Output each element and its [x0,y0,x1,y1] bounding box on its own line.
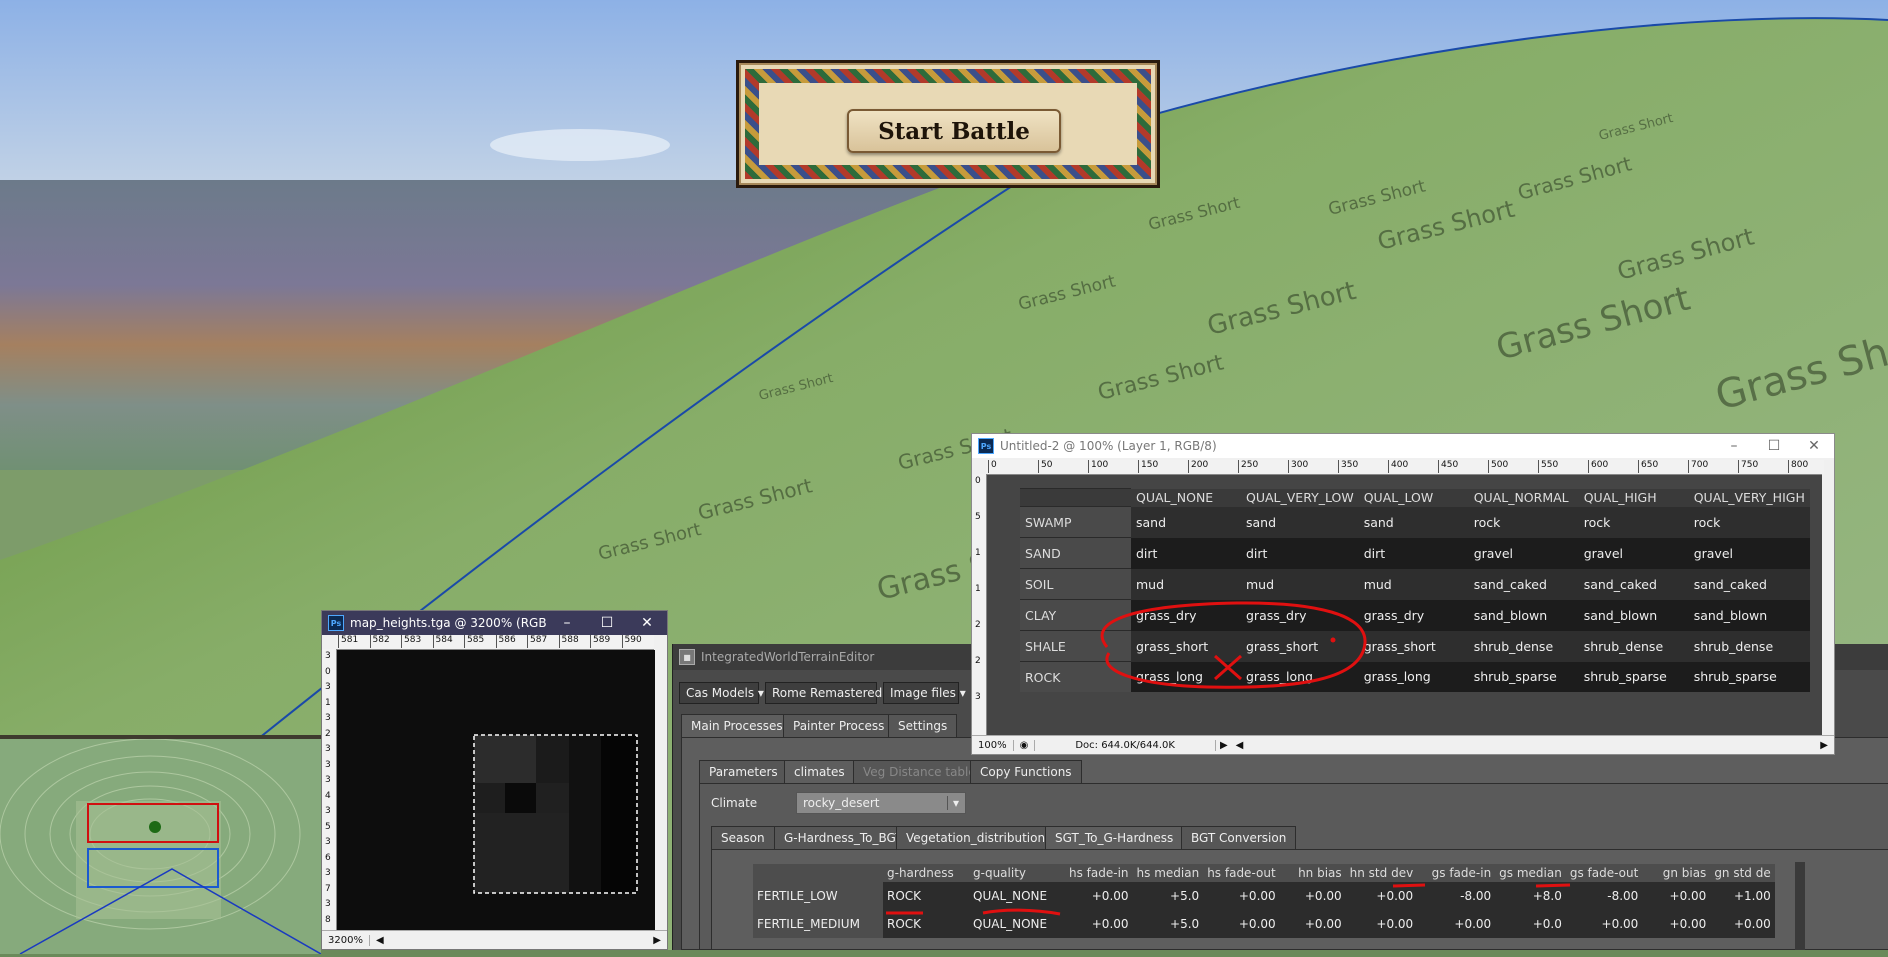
ruler-tick: 3 [325,713,331,723]
ruler-tick: 2 [325,728,331,739]
ps2-status-arrow[interactable]: ◀ [370,935,390,946]
ruler-tick: 1 [975,584,981,594]
ruler-tick: 3 [325,868,331,878]
ruler-tick: 1 [975,548,981,558]
ps2-title: map_heights.tga @ 3200% (RGB... [350,616,547,630]
ruler-tick: 600 [1588,460,1608,473]
ruler-tick: 100 [1088,460,1108,473]
ruler-tick: 400 [1388,460,1408,473]
ruler-tick: 3 [325,899,331,909]
start-battle-banner[interactable]: Start Battle [736,60,1160,188]
ruler-tick: 200 [1188,460,1208,473]
ruler-tick: 300 [1288,460,1308,473]
ruler-tick: 150 [1138,460,1158,473]
photoshop-icon: Ps [978,438,994,454]
minimap-svg [0,738,322,955]
ruler-tick: 250 [1238,460,1258,473]
ruler-tick: 7 [325,883,331,894]
ruler-tick: 3 [325,759,331,770]
ps1-status-icon[interactable]: ◉ [1014,739,1036,751]
ruler-tick: 700 [1688,460,1708,473]
ruler-tick: 650 [1638,460,1658,473]
ps-window-untitled-2[interactable]: Ps Untitled-2 @ 100% (Layer 1, RGB/8) – … [971,433,1835,755]
ps1-scroll-right-icon[interactable]: ▶ [1814,740,1834,751]
close-icon[interactable]: ✕ [1794,434,1834,458]
ps2-vertical-ruler: 3 0 3 1 3 2 3 3 3 4 3 5 3 6 3 7 3 8 [322,649,337,931]
ruler-tick: 585 [464,635,484,648]
ruler-tick: 750 [1738,460,1758,473]
ruler-tick: 50 [1038,460,1052,473]
ruler-tick: 5 [975,512,981,522]
ruler-tick: 588 [558,635,579,648]
ruler-tick: 450 [1438,460,1458,473]
start-battle-button[interactable]: Start Battle [847,109,1061,153]
ruler-tick: 1 [325,697,331,708]
ruler-tick: 589 [590,635,610,648]
ruler-tick: 350 [1338,460,1358,473]
ruler-tick: 581 [338,635,358,648]
ps1-statusbar: 100% ◉ Doc: 644.0K/644.0K ▶ ◀ ▶ [972,735,1834,754]
ruler-tick: 550 [1538,460,1558,473]
ruler-tick: 3 [325,651,331,661]
minimap[interactable] [0,735,322,955]
ruler-tick: 5 [325,821,331,832]
ruler-tick: 3 [325,744,331,754]
ps1-zoom-field[interactable]: 100% [972,739,1014,751]
ruler-tick: 584 [432,635,453,648]
ruler-tick: 3 [325,806,331,816]
ps1-vertical-ruler: 0 5 1 1 2 2 3 [972,474,987,738]
ruler-tick: 3 [325,775,331,785]
ruler-tick: 3 [975,692,981,702]
ruler-tick: 3 [325,682,331,692]
ps1-doc-info: Doc: 644.0K/644.0K [1035,739,1216,751]
ruler-tick: 4 [325,790,331,801]
close-icon[interactable]: ✕ [627,611,667,635]
ruler-tick: 586 [495,635,516,648]
ps2-titlebar[interactable]: Ps map_heights.tga @ 3200% (RGB... – ☐ ✕ [322,611,667,635]
ps1-status-menu-arrow[interactable]: ▶ [1216,740,1232,751]
ps1-canvas[interactable]: QUAL_NONE QUAL_VERY_LOW QUAL_LOW QUAL_NORMA… [987,475,1824,737]
ps2-zoom-field[interactable]: 3200% [322,934,370,946]
ps2-statusbar: 3200% ◀ ▶ [322,930,667,949]
ps2-canvas[interactable] [337,650,655,931]
ruler-tick: 582 [369,635,390,648]
minimize-icon[interactable]: – [547,611,587,635]
ruler-tick: 2 [975,620,981,630]
minimize-icon[interactable]: – [1714,434,1754,458]
ruler-tick: 0 [325,666,331,677]
red-dot-mark [1330,637,1336,643]
ps2-scroll-right-icon[interactable]: ▶ [647,935,667,946]
maximize-icon[interactable]: ☐ [587,611,627,635]
ruler-tick: 0 [988,460,997,473]
ps1-title: Untitled-2 @ 100% (Layer 1, RGB/8) [1000,439,1217,453]
ps1-vertical-scrollbar[interactable] [1822,474,1834,738]
ruler-tick: 8 [325,914,331,925]
ps-window-map-heights[interactable]: Ps map_heights.tga @ 3200% (RGB... – ☐ ✕… [321,610,668,950]
ps1-annotations [1100,601,1367,689]
ruler-tick: 6 [325,852,331,863]
ps1-scroll-left-icon[interactable]: ◀ [1232,740,1248,751]
ruler-tick: 0 [975,476,981,486]
ruler-tick: 3 [325,837,331,847]
ps1-horizontal-ruler: 0 50 100 150 200 250 300 350 400 450 500 550 600 650 7… [986,460,1824,475]
ruler-tick: 587 [527,635,547,648]
ps1-titlebar[interactable]: Ps Untitled-2 @ 100% (Layer 1, RGB/8) – … [972,434,1834,458]
ruler-tick: 2 [975,656,981,666]
ruler-tick: 590 [621,635,642,648]
maximize-icon[interactable]: ☐ [1754,434,1794,458]
ps2-horizontal-ruler: 581 582 583 584 585 586 587 588 589 590 [336,635,654,650]
ruler-tick: 800 [1788,460,1808,473]
photoshop-icon: Ps [328,615,344,631]
ruler-tick: 583 [401,635,421,648]
ruler-tick: 500 [1488,460,1508,473]
